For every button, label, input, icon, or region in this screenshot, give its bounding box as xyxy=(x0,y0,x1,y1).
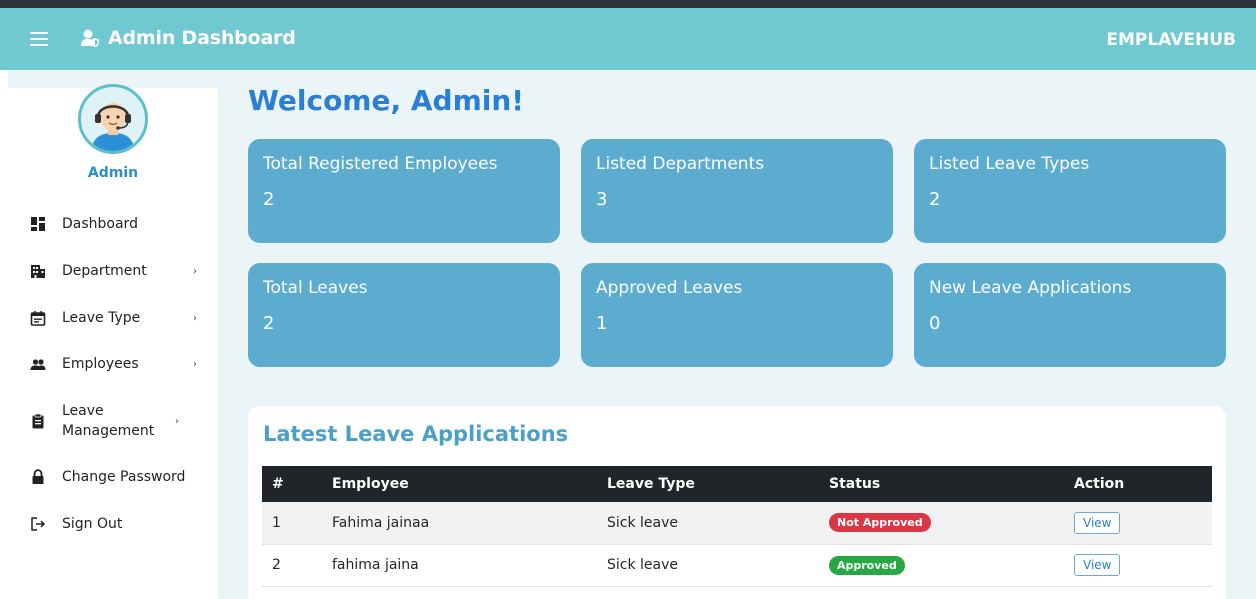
sidebar-item-label: Sign Out xyxy=(62,516,123,532)
stat-card-leave-types[interactable]: Listed Leave Types 2 xyxy=(914,139,1226,243)
stat-card-title: Listed Leave Types xyxy=(929,154,1090,174)
stat-card-employees[interactable]: Total Registered Employees 2 xyxy=(248,139,560,243)
panel-title: Latest Leave Applications xyxy=(263,422,569,446)
sidebar-item-department[interactable]: Department › xyxy=(30,261,200,281)
leave-type: Sick leave xyxy=(597,502,819,545)
building-icon xyxy=(31,265,45,278)
clipboard-icon xyxy=(32,413,44,429)
hamburger-menu-icon[interactable] xyxy=(30,32,48,46)
admin-name: Admin xyxy=(87,165,139,181)
stat-card-value: 2 xyxy=(929,189,941,210)
top-navbar: Admin Dashboard EMPLAVEHUB xyxy=(0,8,1256,70)
sidebar-item-label: Leave Management xyxy=(62,403,155,439)
user-shield-icon xyxy=(81,29,99,47)
stat-card-title: Listed Departments xyxy=(596,154,765,174)
avatar xyxy=(78,84,148,154)
sidebar-item-sign-out[interactable]: Sign Out xyxy=(30,514,200,534)
status-cell: Approved xyxy=(819,544,1064,587)
status-badge: Not Approved xyxy=(829,513,931,533)
sidebar-item-label: Employees xyxy=(62,356,139,372)
app-name: EMPLAVEHUB xyxy=(1106,30,1236,50)
sidebar-item-dashboard[interactable]: Dashboard xyxy=(30,214,200,234)
calendar-icon xyxy=(30,311,46,326)
sidebar-item-label: Leave Type xyxy=(62,310,141,326)
column-header-status: Status xyxy=(819,466,1064,502)
row-number: 2 xyxy=(262,544,322,587)
column-header-number: # xyxy=(262,466,322,502)
chevron-right-icon: › xyxy=(193,265,197,277)
column-header-leave-type: Leave Type xyxy=(597,466,819,502)
stat-card-new-applications[interactable]: New Leave Applications 0 xyxy=(914,263,1226,367)
stat-card-approved-leaves[interactable]: Approved Leaves 1 xyxy=(581,263,893,367)
employee-name: Fahima jainaa xyxy=(322,502,597,545)
stat-card-value: 2 xyxy=(263,313,275,334)
column-header-employee: Employee xyxy=(322,466,597,502)
users-icon xyxy=(30,359,46,370)
chevron-right-icon: › xyxy=(193,312,197,324)
dashboard-icon xyxy=(31,217,45,231)
stat-card-value: 3 xyxy=(596,189,608,210)
stat-card-title: Approved Leaves xyxy=(596,278,743,298)
sign-out-icon xyxy=(31,517,46,531)
stat-card-title: Total Registered Employees xyxy=(263,154,498,174)
table-row: 2 fahima jaina Sick leave Approved View xyxy=(262,544,1212,587)
applications-table: # Employee Leave Type Status Action 1 Fa… xyxy=(262,466,1212,587)
stat-card-value: 0 xyxy=(929,313,941,334)
chevron-right-icon: › xyxy=(193,358,197,370)
sidebar-item-change-password[interactable]: Change Password xyxy=(30,467,200,487)
sidebar-item-label: Dashboard xyxy=(62,216,138,232)
stat-card-total-leaves[interactable]: Total Leaves 2 xyxy=(248,263,560,367)
stat-card-departments[interactable]: Listed Departments 3 xyxy=(581,139,893,243)
table-header-row: # Employee Leave Type Status Action xyxy=(262,466,1212,502)
employee-name: fahima jaina xyxy=(322,544,597,587)
sidebar-item-label: Change Password xyxy=(62,469,186,485)
stat-card-value: 2 xyxy=(263,189,275,210)
stat-card-title: Total Leaves xyxy=(263,278,368,298)
status-badge: Approved xyxy=(829,555,905,575)
main-content: Welcome, Admin! Total Registered Employe… xyxy=(218,70,1256,599)
status-cell: Not Approved xyxy=(819,502,1064,545)
column-header-action: Action xyxy=(1064,466,1212,502)
lock-icon xyxy=(32,469,44,484)
support-agent-avatar-icon xyxy=(81,87,145,151)
view-button[interactable]: View xyxy=(1074,511,1121,534)
welcome-heading: Welcome, Admin! xyxy=(248,84,525,117)
sidebar-item-leave-management[interactable]: Leave Management › xyxy=(30,401,200,441)
row-number: 1 xyxy=(262,502,322,545)
window-top-strip xyxy=(0,0,1256,8)
stat-card-value: 1 xyxy=(596,313,608,334)
action-cell: View xyxy=(1064,502,1212,545)
latest-applications-panel: Latest Leave Applications # Employee Lea… xyxy=(248,406,1226,599)
sidebar-item-employees[interactable]: Employees › xyxy=(30,354,200,374)
action-cell: View xyxy=(1064,544,1212,587)
leave-type: Sick leave xyxy=(597,544,819,587)
sidebar-item-leave-type[interactable]: Leave Type › xyxy=(30,308,200,328)
view-button[interactable]: View xyxy=(1074,554,1121,576)
brand: Admin Dashboard xyxy=(80,27,296,49)
stat-card-title: New Leave Applications xyxy=(929,278,1132,298)
page-title: Admin Dashboard xyxy=(108,27,296,49)
chevron-right-icon: › xyxy=(175,415,179,427)
table-row: 1 Fahima jainaa Sick leave Not Approved … xyxy=(262,502,1212,545)
sidebar-item-label: Department xyxy=(62,263,147,279)
